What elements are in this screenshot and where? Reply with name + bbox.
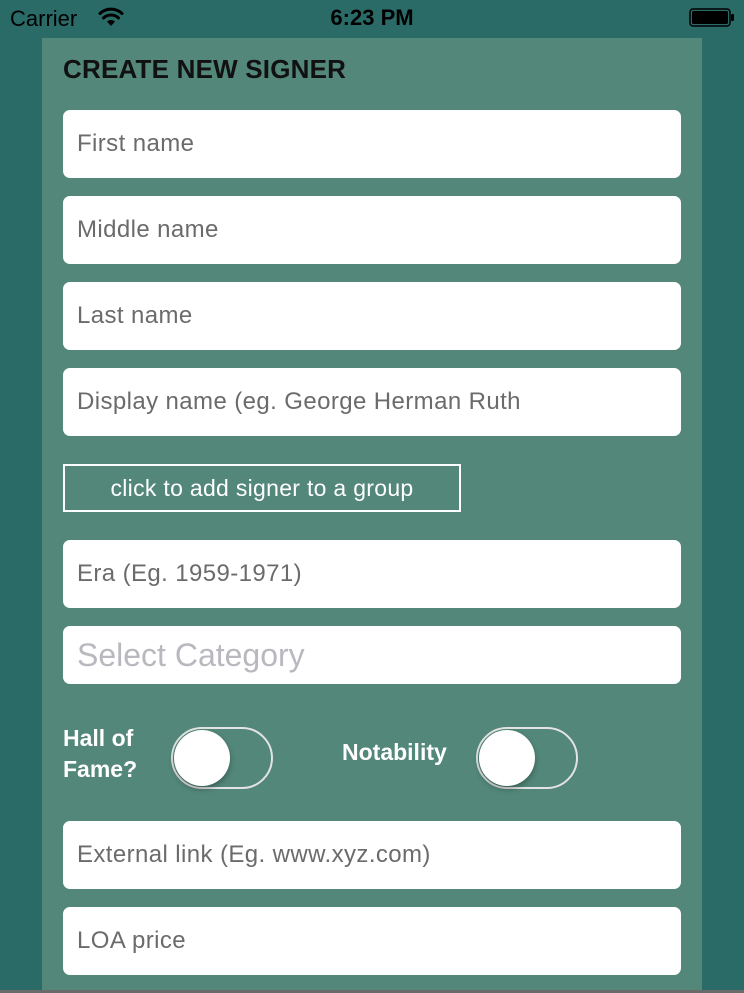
add-to-group-button[interactable]: click to add signer to a group bbox=[63, 464, 461, 512]
battery-icon bbox=[689, 8, 734, 27]
toggle-knob bbox=[479, 730, 535, 786]
era-field[interactable]: Era (Eg. 1959-1971) bbox=[63, 540, 681, 608]
form-title: CREATE NEW SIGNER bbox=[63, 54, 347, 84]
loa-price-field[interactable]: LOA price bbox=[63, 907, 681, 975]
display-name-field[interactable]: Display name (eg. George Herman Ruth bbox=[63, 368, 681, 436]
middle-name-field[interactable]: Middle name bbox=[63, 196, 681, 264]
hall-of-fame-toggle[interactable] bbox=[171, 727, 273, 789]
hall-of-fame-label: Hall of Fame? bbox=[63, 725, 138, 782]
toggle-knob bbox=[174, 730, 230, 786]
first-name-field[interactable]: First name bbox=[63, 110, 681, 178]
clock: 6:23 PM bbox=[330, 5, 414, 30]
notability-toggle[interactable] bbox=[476, 727, 578, 789]
create-signer-form: CREATE NEW SIGNER First name Middle name… bbox=[42, 38, 702, 993]
notability-label: Notability bbox=[342, 739, 447, 765]
category-select[interactable]: Select Category bbox=[63, 626, 681, 684]
last-name-field[interactable]: Last name bbox=[63, 282, 681, 350]
status-bar: Carrier 6:23 PM bbox=[0, 0, 744, 38]
external-link-field[interactable]: External link (Eg. www.xyz.com) bbox=[63, 821, 681, 889]
